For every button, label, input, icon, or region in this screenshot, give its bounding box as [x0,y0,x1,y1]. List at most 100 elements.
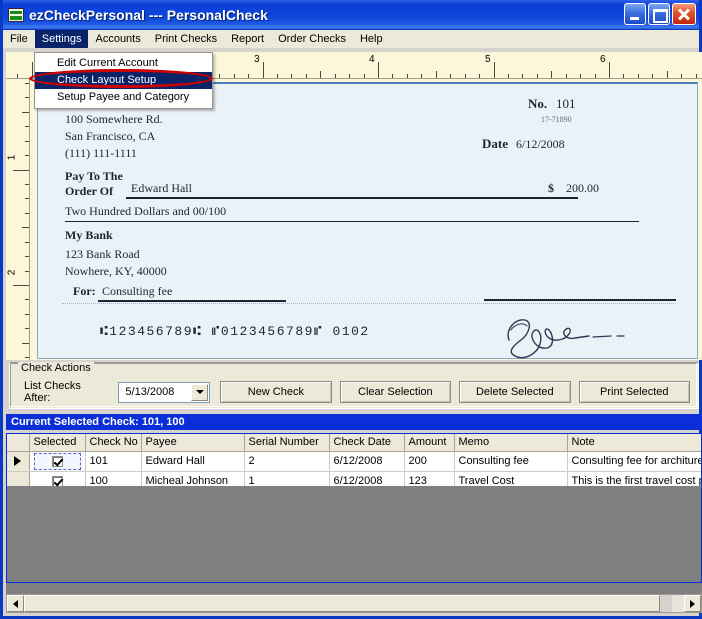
print-selected-button[interactable]: Print Selected [579,381,690,403]
ruler-tick [364,74,365,78]
ruler-tick [508,74,509,78]
title-bar[interactable]: ezCheckPersonal --- PersonalCheck [3,0,699,30]
maximize-button[interactable] [648,3,670,25]
micr-line: ⑆123456789⑆ ⑈0123456789⑈ 0102 [100,324,370,339]
ruler-tick [13,170,29,171]
ruler-tick [335,74,336,78]
payer-address-line2: San Francisco, CA [65,129,155,144]
cell-payee[interactable]: Edward Hall [141,451,244,471]
row-header-corner [7,434,29,451]
ruler-tick [22,112,29,113]
ruler-tick [479,74,480,78]
ruler-tick [378,62,379,78]
bank-address-line1: 123 Bank Road [65,247,140,262]
cell-check-no[interactable]: 101 [85,451,141,471]
check-actions-panel: Check Actions List Checks After: 5/13/20… [9,362,699,409]
signature-image [493,306,643,360]
ruler-tick [349,74,350,78]
minimize-button[interactable] [624,3,646,25]
ruler-tick [436,71,437,78]
clear-selection-button[interactable]: Clear Selection [340,381,451,403]
ruler-tick [25,126,29,127]
ruler-tick [580,74,581,78]
chevron-down-icon[interactable] [191,384,208,401]
grid-empty-area [7,486,701,583]
scrollbar-track[interactable] [672,595,684,612]
delete-selected-button[interactable]: Delete Selected [459,381,570,403]
ruler-tick [25,213,29,214]
current-row-indicator [7,451,29,471]
row-checkbox[interactable] [52,476,63,487]
check-preview-canvas[interactable]: No. 101 17-71890 Date 6/12/2008 100 Some… [30,79,702,360]
scrollbar-thumb[interactable] [24,595,660,612]
col-note[interactable]: Note [567,434,702,451]
table-row[interactable]: 101 Edward Hall 2 6/12/2008 200 Consulti… [7,451,702,471]
ruler-tick [32,62,33,78]
ruler-tick [234,74,235,78]
bank-name: My Bank [65,228,113,243]
cell-memo[interactable]: Consulting fee [454,451,567,471]
ruler-tick [25,314,29,315]
col-selected[interactable]: Selected [29,434,85,451]
col-serial-number[interactable]: Serial Number [244,434,329,451]
ruler-tick [291,74,292,78]
window-title: ezCheckPersonal --- PersonalCheck [29,7,268,23]
ruler-tick [25,357,29,358]
close-button[interactable] [672,3,696,25]
menu-file[interactable]: File [3,30,35,48]
col-amount[interactable]: Amount [404,434,454,451]
row-selected-cell[interactable] [29,451,85,471]
amount-words-rule [65,221,639,222]
cell-note[interactable]: Consulting fee for architure [567,451,702,471]
ruler-tick [22,343,29,344]
menu-settings[interactable]: Settings [35,30,89,48]
ruler-tick [25,256,29,257]
check-document[interactable]: No. 101 17-71890 Date 6/12/2008 100 Some… [37,82,698,359]
cell-serial-number[interactable]: 2 [244,451,329,471]
row-arrow-icon [14,456,21,466]
scroll-right-icon[interactable] [684,595,701,612]
ruler-tick [407,74,408,78]
menu-print-checks[interactable]: Print Checks [148,30,224,48]
ruler-tick [13,285,29,286]
payer-phone: (111) 111-1111 [65,146,137,161]
horizontal-scrollbar[interactable] [6,594,702,613]
ruler-tick [277,74,278,78]
payee-rule [126,197,578,199]
menu-accounts[interactable]: Accounts [88,30,147,48]
col-check-no[interactable]: Check No [85,434,141,451]
cell-check-date[interactable]: 6/12/2008 [329,451,404,471]
new-check-button[interactable]: New Check [220,381,331,403]
ruler-tick [566,74,567,78]
ruler-tick [522,74,523,78]
vertical-ruler: 12 [6,79,30,360]
row-checkbox[interactable] [52,456,63,467]
ruler-tick [320,71,321,78]
cell-amount[interactable]: 200 [404,451,454,471]
menu-report[interactable]: Report [224,30,271,48]
ruler-label: 5 [485,54,491,65]
table-header-row: Selected Check No Payee Serial Number Ch… [7,434,702,451]
order-of-label: Order Of [65,184,113,199]
ruler-tick [263,62,264,78]
menu-item-edit-current-account[interactable]: Edit Current Account [35,55,212,72]
col-payee[interactable]: Payee [141,434,244,451]
check-actions-legend: Check Actions [18,362,94,374]
checks-grid[interactable]: Selected Check No Payee Serial Number Ch… [6,433,702,583]
ruler-tick [25,328,29,329]
signature-rule [484,299,676,301]
ruler-label: 6 [600,54,606,65]
ruler-tick [25,83,29,84]
pay-to-the-label: Pay To The [65,169,123,184]
list-checks-after-combo[interactable]: 5/13/2008 [118,382,210,403]
col-memo[interactable]: Memo [454,434,567,451]
menu-help[interactable]: Help [353,30,390,48]
scroll-left-icon[interactable] [7,595,24,612]
menu-item-check-layout-setup[interactable]: Check Layout Setup [35,72,212,89]
menu-item-setup-payee-and-category[interactable]: Setup Payee and Category [35,89,212,106]
col-check-date[interactable]: Check Date [329,434,404,451]
menu-order-checks[interactable]: Order Checks [271,30,353,48]
ruler-tick [306,74,307,78]
ruler-tick [25,141,29,142]
ruler-tick [25,271,29,272]
